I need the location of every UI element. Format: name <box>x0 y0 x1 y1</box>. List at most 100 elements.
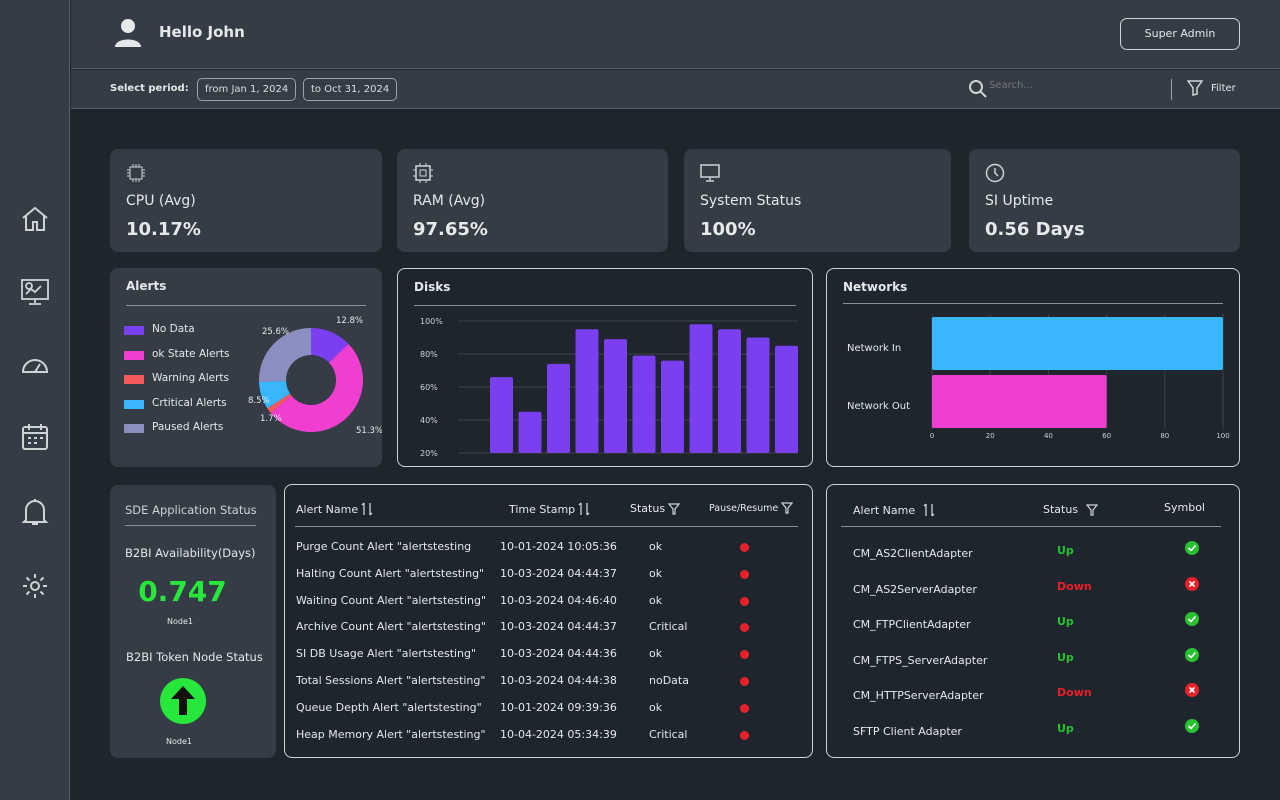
disk-bar <box>718 329 741 453</box>
stat-card-system-status: System Status 100% <box>684 149 951 252</box>
home-icon[interactable] <box>20 204 50 234</box>
stat-label: System Status <box>700 193 802 209</box>
gear-icon[interactable] <box>20 571 50 601</box>
disk-bar <box>490 377 513 453</box>
calendar-icon[interactable] <box>20 422 50 452</box>
sort-icon[interactable] <box>923 503 935 517</box>
check-circle-icon <box>1185 718 1199 733</box>
column-header[interactable]: Status <box>1043 503 1099 516</box>
column-header-label: Alert Name <box>853 503 916 517</box>
pause-resume-icon[interactable] <box>740 569 749 579</box>
disks-bar-chart: 20% 40% 60% 80% 100% <box>420 317 798 458</box>
token-label: B2BI Token Node Status <box>126 650 263 664</box>
period-bar: Select period: from Jan 1, 2024 to Oct 3… <box>71 70 1280 109</box>
sort-icon[interactable] <box>361 502 373 516</box>
role-button[interactable]: Super Admin <box>1120 18 1240 50</box>
disk-bar <box>518 411 542 453</box>
table-row: CM_FTPS_ServerAdapter Up <box>827 647 1227 674</box>
pause-resume-icon[interactable] <box>740 730 749 740</box>
pause-resume-icon[interactable] <box>740 543 749 552</box>
table-cell: Heap Memory Alert "alertstesting" <box>296 727 486 741</box>
table-row: Purge Count Alert "alertstesting 10-01-20… <box>285 540 805 560</box>
disk-bar <box>661 360 684 453</box>
slice-label: 8.5% <box>248 396 270 406</box>
table-cell: Queue Depth Alert "alertstesting" <box>296 700 482 714</box>
table-cell: 10-04-2024 05:34:39 <box>500 727 617 741</box>
table-row: CM_AS2ClientAdapter Up <box>827 541 1227 567</box>
from-date-picker[interactable]: from Jan 1, 2024 <box>197 78 297 101</box>
disk-bar <box>575 329 599 453</box>
greeting: Hello John <box>159 23 245 41</box>
y-tick-label: 80% <box>420 350 438 359</box>
column-header[interactable]: Status <box>630 502 681 515</box>
column-header[interactable]: Alert Name <box>296 502 373 516</box>
table-cell: ok <box>649 540 663 553</box>
monitor-chart-icon[interactable] <box>20 277 50 307</box>
table-cell: Waiting Count Alert "alertstesting" <box>296 593 487 607</box>
column-header[interactable]: Time Stamp <box>509 502 590 516</box>
table-cell: Critical <box>649 727 688 741</box>
table-cell: Critical <box>649 620 688 634</box>
table-cell: noData <box>649 674 689 687</box>
stat-card-si-uptime: SI Uptime 0.56 Days <box>969 149 1240 252</box>
top-bar: Hello John Super Admin <box>71 0 1280 69</box>
speedometer-icon[interactable] <box>20 350 50 380</box>
table-cell: 10-03-2024 04:44:37 <box>500 620 617 634</box>
check-circle-icon <box>1185 612 1199 626</box>
node-label: Node1 <box>167 617 193 626</box>
pause-resume-icon[interactable] <box>740 650 749 660</box>
table-row: SI DB Usage Alert "alertstesting" 10-03-2… <box>285 647 805 667</box>
table-row: Archive Count Alert "alertstesting" 10-03… <box>285 620 805 640</box>
table-row: CM_HTTPServerAdapter Down <box>827 683 1227 709</box>
pause-resume-icon[interactable] <box>740 623 749 633</box>
sort-icon[interactable] <box>578 502 590 516</box>
search-input[interactable] <box>989 80 1149 91</box>
stat-card-cpu-avg-: CPU (Avg) 10.17% <box>110 149 382 252</box>
sde-status-card: SDE Application Status B2BI Availability… <box>110 485 276 758</box>
y-tick-label: 100% <box>420 317 443 326</box>
node-up-arrow-icon <box>160 678 206 724</box>
x-tick-label: 80 <box>1160 432 1169 440</box>
check-circle-icon <box>1185 541 1199 555</box>
filter-label: Filter <box>1211 82 1236 94</box>
networks-bar-chart: 0 20 40 60 80 100 Network In Network Out <box>847 314 1230 440</box>
column-header-label: Status <box>1043 503 1079 516</box>
table-row: Heap Memory Alert "alertstesting" 10-04-2… <box>285 728 805 748</box>
pause-resume-icon[interactable] <box>740 677 749 686</box>
table-cell: 10-03-2024 04:44:37 <box>500 566 617 580</box>
user-avatar-icon <box>115 19 141 47</box>
table-row: Halting Count Alert "alertstesting" 10-03… <box>285 567 805 587</box>
networks-card: Networks 0 20 40 60 80 100 Network In Network O… <box>826 268 1240 467</box>
column-header[interactable]: Alert Name <box>853 503 935 517</box>
table-cell: Total Sessions Alert "alertstesting" <box>296 674 486 687</box>
filter-button[interactable]: Filter <box>1187 80 1236 96</box>
category-label: Network In <box>847 343 901 354</box>
to-date-picker[interactable]: to Oct 31, 2024 <box>303 78 398 101</box>
y-tick-label: 40% <box>420 416 438 425</box>
disk-bar <box>746 337 770 453</box>
bell-icon[interactable] <box>20 497 50 527</box>
category-label: Network Out <box>847 401 910 412</box>
column-header-label: Pause/Resume <box>709 502 779 514</box>
pause-resume-icon[interactable] <box>740 596 749 606</box>
x-tick-label: 20 <box>986 432 995 440</box>
filter-icon[interactable] <box>781 502 794 514</box>
filter-icon[interactable] <box>1086 503 1099 516</box>
adapter-name: CM_AS2ClientAdapter <box>853 547 973 560</box>
table-cell: Halting Count Alert "alertstesting" <box>296 566 485 580</box>
alerts-card: Alerts No Data ok State Alerts Warning Ale… <box>110 268 382 467</box>
disk-bar <box>689 324 713 453</box>
filter-icon[interactable] <box>668 502 681 515</box>
pause-resume-icon[interactable] <box>740 703 749 713</box>
x-tick-label: 60 <box>1102 432 1111 440</box>
column-header[interactable]: Pause/Resume <box>709 502 794 514</box>
search-icon <box>969 80 987 98</box>
disk-bar <box>775 345 798 453</box>
sde-title: SDE Application Status <box>125 503 257 517</box>
alerts-table: Alert Name Time Stamp Status Pause/Resume P… <box>284 484 813 758</box>
disk-bar <box>604 339 627 453</box>
y-tick-label: 20% <box>420 449 438 458</box>
sidebar <box>0 0 70 800</box>
cpu-icon <box>127 164 145 182</box>
column-header[interactable]: Symbol <box>1164 501 1205 514</box>
